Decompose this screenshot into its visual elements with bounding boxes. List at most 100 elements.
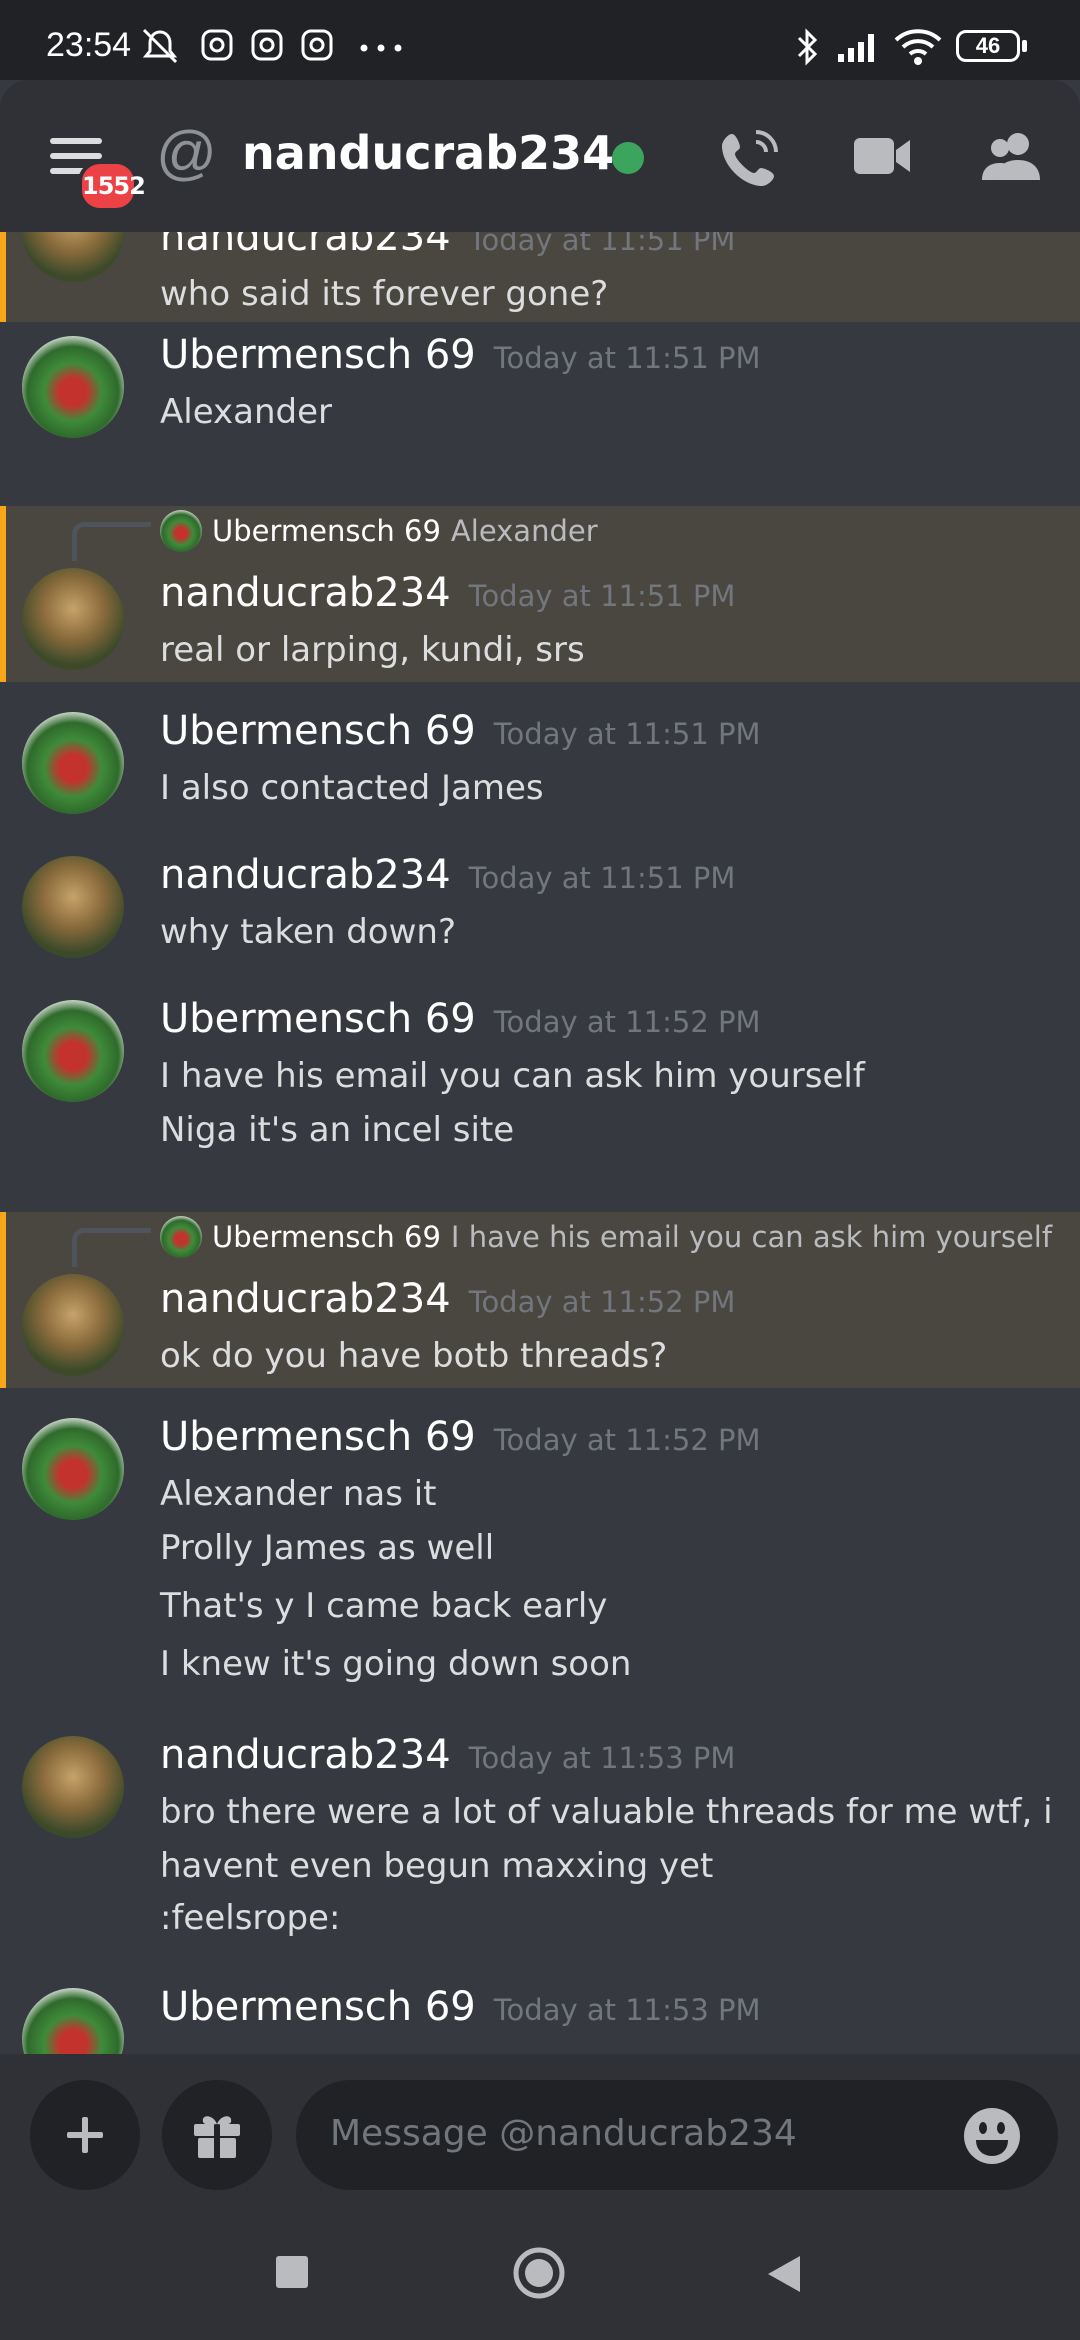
gift-button[interactable] bbox=[162, 2080, 272, 2190]
emoji-icon[interactable] bbox=[962, 2106, 1022, 2166]
recents-square-icon[interactable] bbox=[276, 2256, 308, 2288]
status-bar: 23:54 46 bbox=[0, 0, 1080, 80]
message-author: Ubermensch 69 bbox=[160, 708, 476, 754]
message-timestamp: Today at 11:51 PM bbox=[493, 341, 761, 375]
reply-preview[interactable]: Ubermensch 69 I have his email you can as… bbox=[160, 1216, 1053, 1258]
message-author: nanducrab234 bbox=[160, 570, 451, 616]
avatar bbox=[22, 1000, 124, 1102]
message-item[interactable]: Ubermensch 69 Today at 11:51 PM Alexander bbox=[0, 332, 1080, 456]
message-text: Prolly James as well bbox=[160, 1528, 495, 1568]
message-author: nanducrab234 bbox=[160, 1732, 451, 1778]
message-author-row: nanducrab234 Today at 11:53 PM bbox=[160, 1732, 735, 1778]
message-author: Ubermensch 69 bbox=[160, 1414, 476, 1460]
message-author: nanducrab234 bbox=[160, 852, 451, 898]
avatar bbox=[22, 1736, 124, 1838]
message-author: Ubermensch 69 bbox=[160, 332, 476, 378]
mute-bell-icon bbox=[142, 28, 178, 64]
message-timestamp: Today at 11:53 PM bbox=[468, 1741, 736, 1775]
message-author-row: nanducrab234 Today at 11:51 PM bbox=[160, 570, 735, 616]
message-timestamp: Today at 11:51 PM bbox=[468, 232, 736, 257]
channel-name: nanducrab234 bbox=[242, 126, 615, 180]
reply-preview[interactable]: Ubermensch 69 Alexander bbox=[160, 510, 598, 552]
message-item[interactable]: Ubermensch 69 Today at 11:52 PM Alexander… bbox=[0, 1414, 1080, 1684]
signal-icon bbox=[838, 34, 874, 62]
message-author-row: nanducrab234 Today at 11:51 PM bbox=[160, 232, 735, 260]
status-time: 23:54 bbox=[46, 26, 132, 64]
gift-icon bbox=[194, 2116, 240, 2158]
avatar bbox=[22, 336, 124, 438]
message-timestamp: Today at 11:51 PM bbox=[468, 579, 736, 613]
avatar bbox=[22, 1988, 124, 2054]
avatar bbox=[22, 568, 124, 670]
message-text: why taken down? bbox=[160, 912, 456, 952]
message-text: ok do you have botb threads? bbox=[160, 1336, 668, 1376]
message-author-row: Ubermensch 69 Today at 11:53 PM bbox=[160, 1984, 761, 2030]
message-item[interactable]: nanducrab234 Today at 11:51 PM why taken … bbox=[0, 852, 1080, 958]
message-author-row: Ubermensch 69 Today at 11:52 PM bbox=[160, 1414, 761, 1460]
reply-spine bbox=[72, 522, 151, 561]
at-icon: @ bbox=[156, 119, 217, 186]
more-dots-icon bbox=[360, 44, 402, 52]
message-list[interactable]: nanducrab234 Today at 11:51 PM who said i… bbox=[0, 232, 1080, 2054]
instagram-icon bbox=[301, 29, 333, 61]
message-text: :feelsrope: bbox=[160, 1898, 341, 1938]
plus-icon bbox=[67, 2117, 103, 2153]
back-triangle-icon[interactable] bbox=[764, 2254, 804, 2294]
reply-text: Alexander bbox=[450, 514, 598, 548]
message-text: I have his email you can ask him yoursel… bbox=[160, 1056, 865, 1096]
message-timestamp: Today at 11:53 PM bbox=[493, 1993, 761, 2027]
members-icon[interactable] bbox=[982, 130, 1042, 182]
message-timestamp: Today at 11:52 PM bbox=[468, 1285, 736, 1319]
notification-badge: 1552 bbox=[78, 160, 146, 212]
phone-call-icon[interactable] bbox=[718, 126, 782, 190]
message-timestamp: Today at 11:52 PM bbox=[493, 1423, 761, 1457]
message-text: I also contacted James bbox=[160, 768, 544, 808]
wifi-icon bbox=[894, 29, 942, 65]
message-item[interactable]: Ubermensch 69 Today at 11:52 PM I have hi… bbox=[0, 996, 1080, 1150]
message-text: Alexander bbox=[160, 392, 333, 432]
message-text: Alexander nas it bbox=[160, 1474, 437, 1514]
message-author: Ubermensch 69 bbox=[160, 996, 476, 1042]
online-status-dot bbox=[612, 142, 644, 174]
message-text: havent even begun maxxing yet bbox=[160, 1846, 714, 1886]
message-input-placeholder: Message @nanducrab234 bbox=[330, 2113, 797, 2154]
message-text: who said its forever gone? bbox=[160, 274, 609, 314]
message-item[interactable]: nanducrab234 Today at 11:51 PM who said i… bbox=[0, 232, 1080, 322]
reply-avatar bbox=[160, 1216, 202, 1258]
reply-text: I have his email you can ask him yoursel… bbox=[450, 1220, 1053, 1254]
instagram-icon bbox=[251, 29, 283, 61]
battery-tip bbox=[1022, 40, 1027, 52]
battery-icon: 46 bbox=[956, 30, 1020, 62]
message-item[interactable]: Ubermensch 69 Today at 11:53 PM bbox=[0, 1984, 1080, 2054]
avatar bbox=[22, 232, 124, 282]
message-author-row: Ubermensch 69 Today at 11:52 PM bbox=[160, 996, 761, 1042]
message-author-row: Ubermensch 69 Today at 11:51 PM bbox=[160, 708, 761, 754]
message-author-row: nanducrab234 Today at 11:51 PM bbox=[160, 852, 735, 898]
message-timestamp: Today at 11:51 PM bbox=[493, 717, 761, 751]
reply-author: Ubermensch 69 bbox=[212, 1220, 441, 1254]
avatar bbox=[22, 1418, 124, 1520]
message-item[interactable]: Ubermensch 69 Alexander nanducrab234 Today… bbox=[0, 506, 1080, 682]
message-item[interactable]: nanducrab234 Today at 11:53 PM bro there … bbox=[0, 1732, 1080, 1952]
add-attachment-button[interactable] bbox=[30, 2080, 140, 2190]
reply-avatar bbox=[160, 510, 202, 552]
message-author: Ubermensch 69 bbox=[160, 1984, 476, 2030]
message-timestamp: Today at 11:51 PM bbox=[468, 861, 736, 895]
message-timestamp: Today at 11:52 PM bbox=[493, 1005, 761, 1039]
avatar bbox=[22, 712, 124, 814]
message-author-row: Ubermensch 69 Today at 11:51 PM bbox=[160, 332, 761, 378]
message-text: bro there were a lot of valuable threads… bbox=[160, 1792, 1053, 1832]
message-item[interactable]: Ubermensch 69 Today at 11:51 PM I also co… bbox=[0, 708, 1080, 814]
instagram-icon bbox=[201, 29, 233, 61]
video-call-icon[interactable] bbox=[852, 134, 912, 178]
reply-author: Ubermensch 69 bbox=[212, 514, 441, 548]
message-author: nanducrab234 bbox=[160, 1276, 451, 1322]
message-text: I knew it's going down soon bbox=[160, 1644, 632, 1684]
avatar bbox=[22, 1274, 124, 1376]
message-text: Niga it's an incel site bbox=[160, 1110, 515, 1150]
home-circle-icon[interactable] bbox=[512, 2246, 566, 2300]
message-text: That's y I came back early bbox=[160, 1586, 608, 1626]
reply-spine bbox=[72, 1228, 151, 1267]
avatar bbox=[22, 856, 124, 958]
message-item[interactable]: Ubermensch 69 I have his email you can as… bbox=[0, 1212, 1080, 1388]
